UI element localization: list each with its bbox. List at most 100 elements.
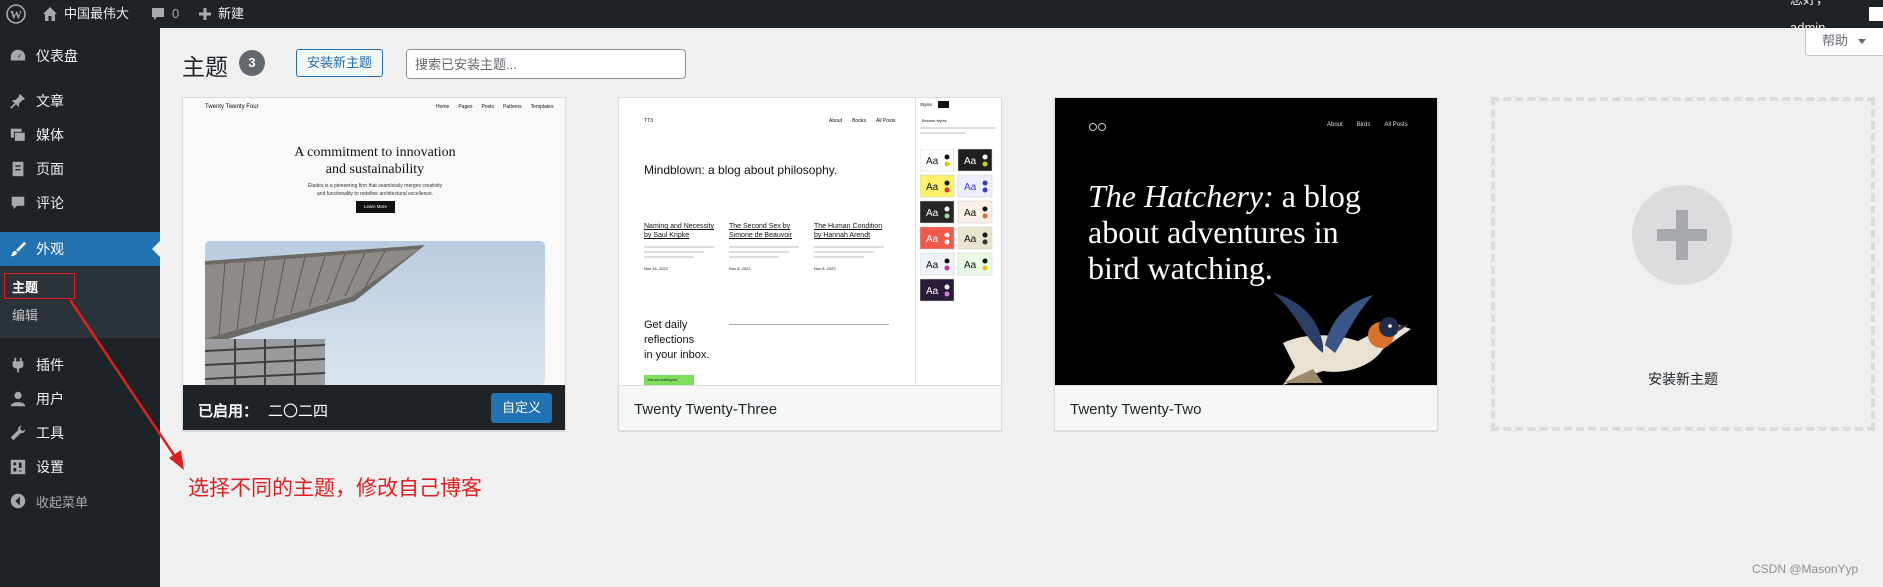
theme-card-twentytwentyfour[interactable]: Twenty Twenty Four Home Pages Posts Patt… [182,97,566,431]
bird-illustration [1273,293,1411,385]
comments-link[interactable]: 0 [150,0,179,28]
style-swatch: Aa [920,278,955,302]
preview-headline: A commitment to innovation and sustainab… [294,145,456,177]
customize-button[interactable]: 自定义 [491,393,552,423]
svg-text:Aa: Aa [926,286,939,297]
active-theme-name: 已启用： 二〇二四 [198,403,329,420]
admin-bar: W 中国最伟大 0 新建 您好，admin [0,0,1883,35]
sidebar-item-settings[interactable]: 设置 [0,450,160,484]
preview-nav: About Books All Posts [829,118,896,124]
sidebar-item-media[interactable]: 媒体 [0,118,160,152]
theme-name: Twenty Twenty-Two [1070,401,1202,418]
theme-screenshot: About Birds All Posts The Hatchery: a bl… [1055,98,1437,385]
sidebar-item-pages[interactable]: 页面 [0,152,160,186]
settings-icon [0,458,36,476]
page-title: 主题 [182,54,228,80]
sidebar-item-appearance[interactable]: 外观 [0,232,160,266]
style-swatch: Aa [920,174,955,198]
add-new-theme-card[interactable]: 安装新主题 [1491,97,1875,431]
comment-icon [0,194,36,212]
architecture-photo [205,241,545,385]
add-new-theme-label: 安装新主题 [1648,371,1718,387]
style-swatch: Aa [957,252,993,276]
collapse-arrow-icon [0,492,36,510]
style-swatch: Aa [957,200,993,224]
sidebar-item-posts[interactable]: 文章 [0,84,160,118]
preview-headline: The Hatchery: a blog about adventures in… [1088,178,1361,286]
svg-text:Aa: Aa [964,260,977,271]
sidebar-item-users[interactable]: 用户 [0,382,160,416]
annotation-text: 选择不同的主题，修改自己博客 [188,477,482,500]
preview-headline: Mindblown: a blog about philosophy. [644,163,838,177]
svg-text:Aa: Aa [926,234,939,245]
media-icon [0,126,36,144]
page-icon [0,160,36,178]
new-label: 新建 [218,6,245,21]
plugin-icon [0,356,36,374]
style-swatch: Aa [920,200,955,224]
svg-text:Aa: Aa [926,156,939,167]
preview-nav: Home Pages Posts Patterns Templates [436,104,554,110]
preview-post-1: Naming and Necessity by Saul Kripke Nov … [644,223,715,271]
style-swatch: Aa [920,252,955,276]
sidebar-item-plugins[interactable]: 插件 [0,348,160,382]
style-swatches: Aa Aa Aa Aa Aa Aa Aa Aa Aa Aa Aa [920,149,993,302]
submenu-item-editor[interactable]: 编辑 [12,305,38,324]
preview-mailing-button: Join our mailing list [644,375,694,385]
style-swatch: Aa [920,149,955,172]
search-themes-input[interactable] [406,49,686,79]
preview-nav: About Birds All Posts [1327,122,1408,128]
account-menu[interactable]: 您好，admin [1790,0,1883,35]
help-tab[interactable]: 帮助 [1805,28,1883,56]
svg-text:Aa: Aa [964,182,977,193]
help-label: 帮助 [1822,33,1849,48]
theme-screenshot: Twenty Twenty Four Home Pages Posts Patt… [183,98,565,385]
site-logo-icon [1089,123,1106,131]
site-name-link[interactable]: 中国最伟大 [42,0,129,28]
svg-text:Aa: Aa [964,156,977,167]
comments-count: 0 [172,6,180,21]
chevron-down-icon [1857,39,1866,45]
avatar [1869,7,1883,21]
watermark: CSDN @MasonYyp [1752,562,1859,576]
svg-text:Aa: Aa [964,208,977,219]
style-swatch: Aa [957,149,993,172]
preview-site-title: Twenty Twenty Four [205,104,259,110]
sidebar-item-dashboard[interactable]: 仪表盘 [0,39,160,73]
plus-icon [199,8,211,20]
preview-post-2: The Second Sex by Simone de Beauvoir Nov… [729,222,814,273]
admin-sidebar: 仪表盘 文章 媒体 页面 评论 外观 主题 编辑 插件 用户 工具 设置 收起菜… [0,28,160,587]
theme-footer: Twenty Twenty-Three [619,385,1001,430]
theme-footer: 已启用： 二〇二四 自定义 [183,385,565,430]
theme-count-badge: 3 [239,50,265,76]
new-content-link[interactable]: 新建 [198,0,244,28]
svg-text:Aa: Aa [964,234,977,245]
preview-subtext: Études is a pioneering firm that seamles… [307,183,443,197]
user-icon [0,390,36,408]
wrench-icon [0,424,36,442]
styles-panel: Styles Browse styles Aa Aa Aa Aa Aa Aa Aa Aa Aa A… [915,98,1001,385]
add-new-theme-button[interactable]: 安装新主题 [296,49,383,77]
style-swatch: Aa [957,226,993,250]
collapse-menu-button[interactable]: 收起菜单 [0,484,160,518]
wordpress-logo-icon[interactable]: W [6,0,26,28]
pin-icon [0,92,36,110]
svg-text:Aa: Aa [926,208,939,219]
theme-name: Twenty Twenty-Three [634,401,778,418]
annotation-highlight-box [4,273,75,299]
site-name: 中国最伟大 [64,6,130,21]
svg-text:Aa: Aa [926,260,939,271]
theme-card-twentytwentytwo[interactable]: About Birds All Posts The Hatchery: a bl… [1054,97,1438,431]
brush-icon [0,240,36,258]
style-swatch: Aa [920,226,955,250]
sidebar-item-tools[interactable]: 工具 [0,416,160,450]
theme-footer: Twenty Twenty-Two [1055,385,1437,430]
theme-card-twentytwentythree[interactable]: TT3 About Books All Posts Mindblown: a b… [618,97,1002,431]
style-swatch: Aa [957,174,993,198]
add-theme-plus-icon [1632,185,1732,285]
sidebar-item-comments[interactable]: 评论 [0,186,160,220]
preview-newsletter: Get daily reflections in your inbox. [644,319,710,361]
svg-text:W: W [10,8,22,22]
dashboard-icon [0,47,36,65]
preview-learn-more-button: Learn More [356,201,395,213]
